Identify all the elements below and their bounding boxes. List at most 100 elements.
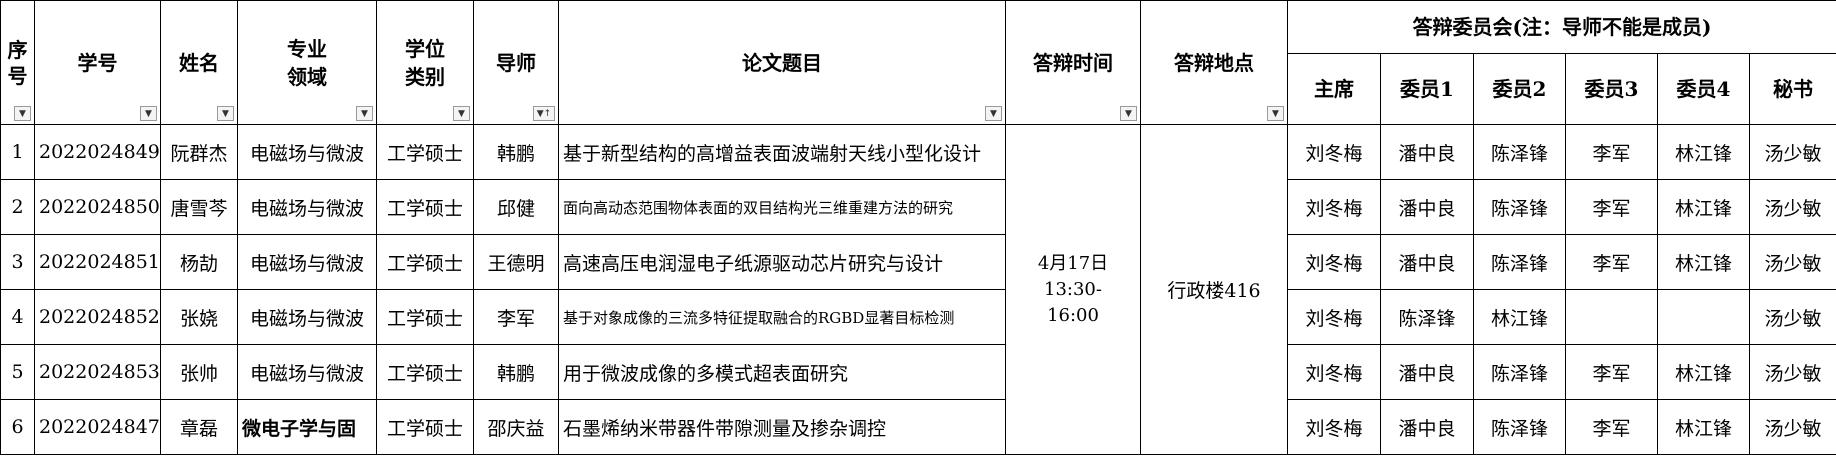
cell-index[interactable]: 1	[0, 124, 35, 180]
cell-name[interactable]: 章磊	[160, 399, 238, 455]
table-row[interactable]: 2 2022024850 唐雪芩 电磁场与微波 工学硕士 邱健 面向高动态范围物…	[0, 179, 1836, 235]
cell-secretary[interactable]: 汤少敏	[1748, 179, 1836, 235]
cell-advisor[interactable]: 韩鹏	[473, 124, 559, 180]
cell-field[interactable]: 微电子学与固	[237, 399, 377, 455]
dropdown-filter-icon[interactable]: ▼	[1267, 106, 1284, 121]
header-advisor[interactable]: 导师 ▼↑	[473, 0, 559, 125]
table-row[interactable]: 5 2022024853 张帅 电磁场与微波 工学硕士 韩鹏 用于微波成像的多模…	[0, 344, 1836, 400]
cell-defense-time[interactable]: 4月17日 13:30-16:00	[1005, 124, 1141, 455]
cell-advisor[interactable]: 邱健	[473, 179, 559, 235]
cell-thesis[interactable]: 基于新型结构的高增益表面波端射天线小型化设计	[558, 124, 1006, 180]
cell-name[interactable]: 阮群杰	[160, 124, 238, 180]
header-time[interactable]: 答辩时间 ▼	[1005, 0, 1141, 125]
cell-member4[interactable]: 林江锋	[1657, 179, 1750, 235]
cell-student-id[interactable]: 2022024852	[34, 289, 161, 345]
cell-secretary[interactable]: 汤少敏	[1748, 234, 1836, 290]
cell-thesis[interactable]: 高速高压电润湿电子纸源驱动芯片研究与设计	[558, 234, 1006, 290]
cell-advisor[interactable]: 李军	[473, 289, 559, 345]
cell-secretary[interactable]: 汤少敏	[1748, 124, 1836, 180]
cell-advisor[interactable]: 王德明	[473, 234, 559, 290]
cell-member2[interactable]: 陈泽锋	[1473, 234, 1566, 290]
table-row[interactable]: 4 2022024852 张娆 电磁场与微波 工学硕士 李军 基于对象成像的三流…	[0, 289, 1836, 345]
dropdown-filter-icon[interactable]: ▼	[985, 106, 1002, 121]
table-row[interactable]: 1 2022024849 阮群杰 电磁场与微波 工学硕士 韩鹏 基于新型结构的高…	[0, 124, 1836, 455]
header-index[interactable]: 序号 ▼	[0, 0, 35, 125]
dropdown-filter-icon[interactable]: ▼	[453, 106, 470, 121]
cell-index[interactable]: 3	[0, 234, 35, 290]
sort-filter-icon[interactable]: ▼↑	[533, 106, 555, 121]
cell-degree[interactable]: 工学硕士	[376, 124, 474, 180]
cell-index[interactable]: 4	[0, 289, 35, 345]
cell-index[interactable]: 5	[0, 344, 35, 400]
cell-member4[interactable]: 林江锋	[1657, 124, 1750, 180]
dropdown-filter-icon[interactable]: ▼	[356, 106, 373, 121]
cell-secretary[interactable]: 汤少敏	[1748, 289, 1836, 345]
cell-secretary[interactable]: 汤少敏	[1748, 399, 1836, 455]
cell-degree[interactable]: 工学硕士	[376, 344, 474, 400]
header-thesis[interactable]: 论文题目 ▼	[558, 0, 1006, 125]
header-field[interactable]: 专业 领域 ▼	[237, 0, 377, 125]
cell-field[interactable]: 电磁场与微波	[237, 234, 377, 290]
cell-thesis[interactable]: 面向高动态范围物体表面的双目结构光三维重建方法的研究	[558, 179, 1006, 235]
cell-member4[interactable]: 林江锋	[1657, 234, 1750, 290]
cell-thesis[interactable]: 石墨烯纳米带器件带隙测量及掺杂调控	[558, 399, 1006, 455]
cell-member2[interactable]: 陈泽锋	[1473, 124, 1566, 180]
cell-student-id[interactable]: 2022024851	[34, 234, 161, 290]
cell-degree[interactable]: 工学硕士	[376, 179, 474, 235]
header-location[interactable]: 答辩地点 ▼	[1140, 0, 1288, 125]
header-degree[interactable]: 学位 类别 ▼	[376, 0, 474, 125]
cell-member2[interactable]: 陈泽锋	[1473, 179, 1566, 235]
cell-member1[interactable]: 潘中良	[1380, 234, 1474, 290]
cell-name[interactable]: 杨劼	[160, 234, 238, 290]
cell-student-id[interactable]: 2022024850	[34, 179, 161, 235]
cell-chair[interactable]: 刘冬梅	[1287, 234, 1381, 290]
cell-name[interactable]: 唐雪芩	[160, 179, 238, 235]
cell-advisor[interactable]: 韩鹏	[473, 344, 559, 400]
cell-index[interactable]: 6	[0, 399, 35, 455]
cell-member3[interactable]: 李军	[1565, 344, 1658, 400]
cell-degree[interactable]: 工学硕士	[376, 234, 474, 290]
dropdown-filter-icon[interactable]: ▼	[1120, 106, 1137, 121]
cell-member1[interactable]: 潘中良	[1380, 179, 1474, 235]
cell-field[interactable]: 电磁场与微波	[237, 179, 377, 235]
cell-member1[interactable]: 潘中良	[1380, 399, 1474, 455]
cell-member4[interactable]	[1657, 289, 1750, 345]
header-name[interactable]: 姓名 ▼	[160, 0, 238, 125]
cell-member3[interactable]: 李军	[1565, 399, 1658, 455]
cell-index[interactable]: 2	[0, 179, 35, 235]
cell-degree[interactable]: 工学硕士	[376, 399, 474, 455]
cell-chair[interactable]: 刘冬梅	[1287, 179, 1381, 235]
cell-member4[interactable]: 林江锋	[1657, 399, 1750, 455]
header-student-id[interactable]: 学号 ▼	[34, 0, 161, 125]
cell-member3[interactable]: 李军	[1565, 124, 1658, 180]
cell-member2[interactable]: 陈泽锋	[1473, 344, 1566, 400]
cell-member1[interactable]: 潘中良	[1380, 344, 1474, 400]
cell-member4[interactable]: 林江锋	[1657, 344, 1750, 400]
cell-member1[interactable]: 潘中良	[1380, 124, 1474, 180]
cell-name[interactable]: 张帅	[160, 344, 238, 400]
cell-member1[interactable]: 陈泽锋	[1380, 289, 1474, 345]
cell-student-id[interactable]: 2022024849	[34, 124, 161, 180]
cell-thesis[interactable]: 基于对象成像的三流多特征提取融合的RGBD显著目标检测	[558, 289, 1006, 345]
dropdown-filter-icon[interactable]: ▼	[14, 106, 31, 121]
dropdown-filter-icon[interactable]: ▼	[140, 106, 157, 121]
cell-student-id[interactable]: 2022024847	[34, 399, 161, 455]
cell-defense-location[interactable]: 行政楼416	[1140, 124, 1288, 455]
cell-member2[interactable]: 林江锋	[1473, 289, 1566, 345]
cell-chair[interactable]: 刘冬梅	[1287, 289, 1381, 345]
cell-field[interactable]: 电磁场与微波	[237, 124, 377, 180]
table-row[interactable]: 6 2022024847 章磊 微电子学与固 工学硕士 邵庆益 石墨烯纳米带器件…	[0, 399, 1836, 455]
cell-member3[interactable]: 李军	[1565, 234, 1658, 290]
cell-field[interactable]: 电磁场与微波	[237, 344, 377, 400]
cell-advisor[interactable]: 邵庆益	[473, 399, 559, 455]
cell-chair[interactable]: 刘冬梅	[1287, 399, 1381, 455]
cell-chair[interactable]: 刘冬梅	[1287, 344, 1381, 400]
cell-member2[interactable]: 陈泽锋	[1473, 399, 1566, 455]
cell-secretary[interactable]: 汤少敏	[1748, 344, 1836, 400]
cell-thesis[interactable]: 用于微波成像的多模式超表面研究	[558, 344, 1006, 400]
cell-field[interactable]: 电磁场与微波	[237, 289, 377, 345]
cell-student-id[interactable]: 2022024853	[34, 344, 161, 400]
cell-name[interactable]: 张娆	[160, 289, 238, 345]
cell-chair[interactable]: 刘冬梅	[1287, 124, 1381, 180]
cell-member3[interactable]	[1565, 289, 1658, 345]
